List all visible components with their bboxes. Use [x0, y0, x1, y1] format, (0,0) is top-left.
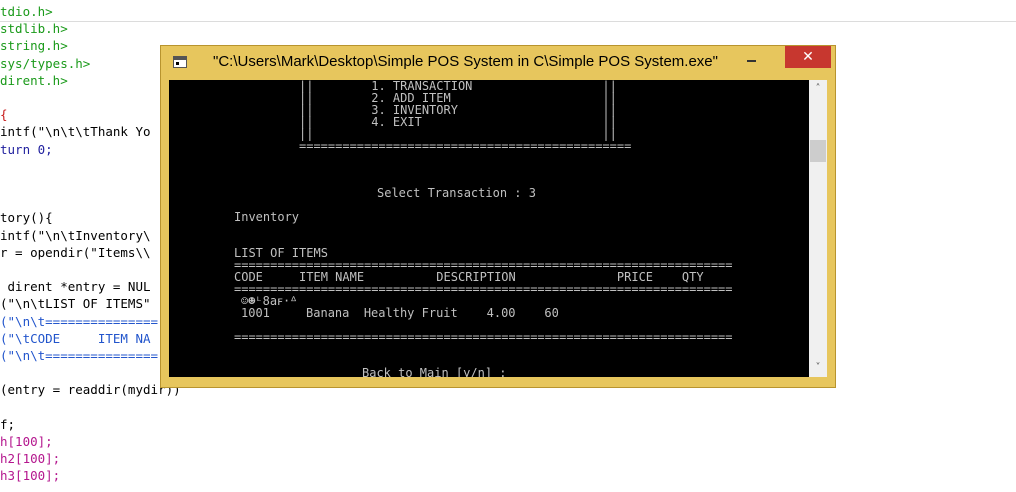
code-line: stdlib.h>	[0, 21, 68, 37]
separator-line: ========================================…	[234, 282, 733, 296]
code-line: ("\n\t===============	[0, 313, 159, 329]
minimize-button[interactable]	[739, 46, 765, 68]
code-line: turn 0;	[0, 141, 53, 157]
select-prompt: Select Transaction : 3	[377, 186, 536, 200]
code-line: dirent *entry = NUL	[0, 279, 151, 295]
code-line: string.h>	[0, 38, 68, 54]
inventory-heading: Inventory	[234, 210, 300, 224]
code-line: h3[100];	[0, 468, 61, 484]
title-bar[interactable]: "C:\Users\Mark\Desktop\Simple POS System…	[161, 46, 835, 80]
back-prompt: Back to Main [y/n] :	[362, 366, 507, 377]
minimize-icon	[747, 60, 756, 62]
separator-line: ========================================…	[234, 330, 733, 344]
vertical-scrollbar[interactable]: ˄ ˅	[809, 80, 827, 377]
code-line: ("\tCODE ITEM NA	[0, 330, 151, 346]
code-line: ("\n\t===============	[0, 348, 159, 363]
item-row: 1001 Banana Healthy Fruit 4.00 60	[241, 306, 559, 320]
console-app-icon[interactable]	[173, 56, 187, 68]
window-title: "C:\Users\Mark\Desktop\Simple POS System…	[213, 53, 718, 70]
code-line: f;	[0, 416, 16, 432]
close-icon: ✕	[802, 49, 814, 65]
scroll-down-icon[interactable]: ˅	[809, 359, 827, 377]
menu-border: ========================================…	[299, 139, 632, 153]
scroll-thumb[interactable]	[810, 140, 826, 162]
code-line: sys/types.h>	[0, 55, 91, 71]
code-line: ("\n\tLIST OF ITEMS"	[0, 296, 151, 312]
console-output[interactable]: || 1. TRANSACTION || || 2. ADD ITEM || |…	[169, 80, 809, 377]
code-line: tory(){	[0, 210, 53, 226]
code-line: h[100];	[0, 434, 53, 449]
editor-current-line-marker	[0, 21, 1016, 22]
code-line: {	[0, 107, 8, 123]
code-line: dirent.h>	[0, 72, 68, 88]
code-line: intf("\n\t\tThank Yo	[0, 124, 151, 140]
code-line: (entry = readdir(mydir))	[0, 382, 181, 398]
code-line: r = opendir("Items\\	[0, 244, 151, 260]
code-line: tdio.h>	[0, 4, 53, 19]
close-button[interactable]: ✕	[785, 46, 831, 68]
code-line: h2[100];	[0, 451, 61, 467]
code-line: intf("\n\tInventory\	[0, 227, 151, 243]
console-window[interactable]: "C:\Users\Mark\Desktop\Simple POS System…	[160, 45, 836, 388]
scroll-up-icon[interactable]: ˄	[809, 80, 827, 98]
